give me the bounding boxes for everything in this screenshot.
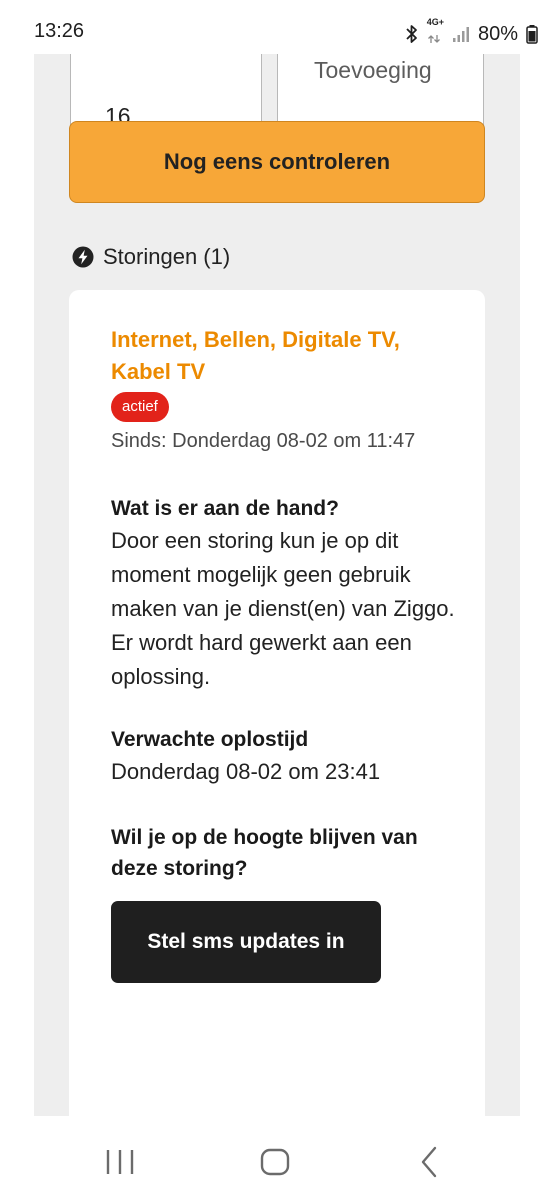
home-icon[interactable] — [255, 1142, 295, 1182]
outages-header: Storingen (1) — [72, 244, 230, 270]
bluetooth-icon — [406, 25, 417, 43]
battery-percentage: 80% — [477, 22, 518, 45]
page-content[interactable]: 16 Toevoeging Nog eens controleren Stori… — [34, 54, 520, 1116]
battery-icon — [526, 25, 538, 44]
outage-since: Sinds: Donderdag 08-02 om 11:47 — [111, 430, 416, 452]
status-indicators: 4G+ 80% — [405, 18, 538, 50]
eta-title: Verwachte oplostijd — [111, 728, 309, 751]
addition-placeholder: Toevoeging — [314, 57, 432, 83]
outage-card-content: Internet, Bellen, Digitale TV, Kabel TV … — [111, 324, 461, 983]
network-type: 4G+ — [427, 18, 444, 50]
data-arrows-icon — [427, 35, 440, 43]
status-badge: actief — [111, 392, 169, 422]
eta-value: Donderdag 08-02 om 23:41 — [111, 759, 381, 784]
signal-icon — [452, 27, 469, 42]
what-title: Wat is er aan de hand? — [111, 497, 339, 520]
what-body: Door een storing kun je op dit moment mo… — [111, 528, 455, 689]
updates-block: Wil je op de hoogte blijven van deze sto… — [111, 822, 461, 983]
lightning-bolt-icon — [72, 246, 94, 268]
sms-updates-button[interactable]: Stel sms updates in — [111, 901, 381, 983]
outages-header-label: Storingen (1) — [103, 244, 231, 269]
status-bar: 13:26 4G+ 80% — [0, 0, 554, 54]
status-time: 13:26 — [34, 20, 85, 42]
check-again-button[interactable]: Nog eens controleren — [69, 121, 485, 203]
recent-apps-icon[interactable] — [100, 1142, 140, 1182]
eta-block: Verwachte oplostijd Donderdag 08-02 om 2… — [111, 724, 461, 789]
outage-services: Internet, Bellen, Digitale TV, Kabel TV — [111, 327, 400, 384]
back-icon[interactable] — [410, 1142, 450, 1182]
outage-card: Internet, Bellen, Digitale TV, Kabel TV … — [69, 290, 485, 1116]
updates-title: Wil je op de hoogte blijven van deze sto… — [111, 826, 418, 880]
navigation-bar — [0, 1116, 554, 1200]
outage-description-block: Wat is er aan de hand? Door een storing … — [111, 493, 461, 694]
